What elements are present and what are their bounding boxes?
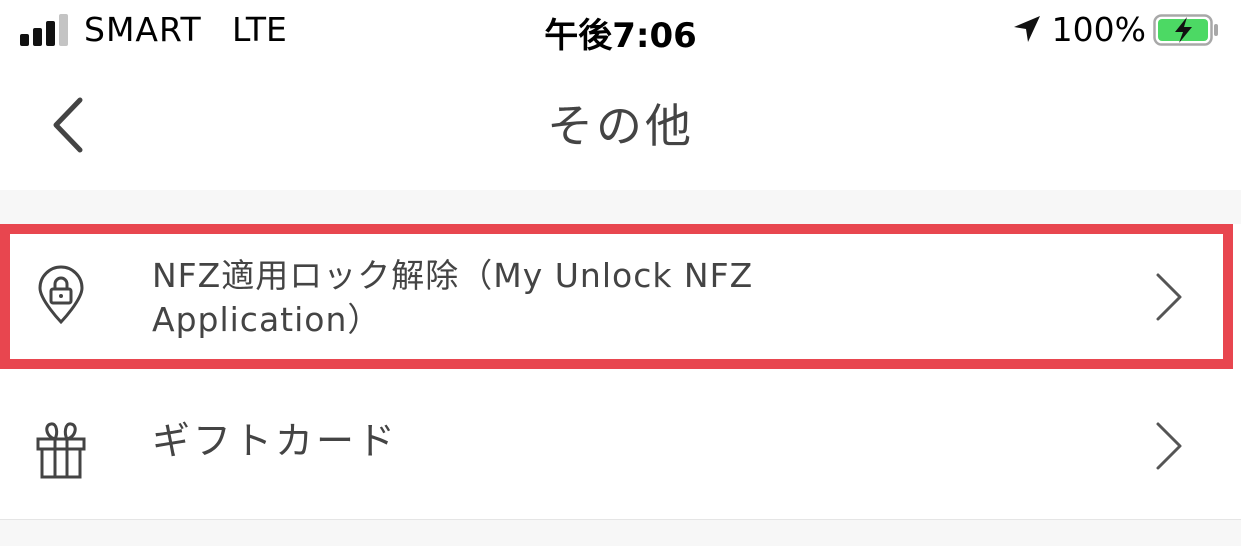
list-item-label: NFZ適用ロック解除（My Unlock NFZ Application） [152,256,754,339]
nav-bar: その他 [0,62,1241,190]
location-arrow-icon [1014,16,1040,42]
list-item-label: ギフトカード [152,419,399,463]
list-footer-background [0,520,1241,546]
list-item-nfz-unlock[interactable]: NFZ適用ロック解除（My Unlock NFZ Application） [0,224,1241,369]
status-bar: SMART LTE 午後7:06 100% [0,0,1241,62]
chevron-right-icon [1156,422,1182,470]
list-item-gift-card[interactable]: ギフトカード [0,369,1241,520]
location-lock-icon [38,265,84,325]
battery-percent: 100% [1051,10,1146,49]
section-divider [0,190,1241,224]
chevron-right-icon [1156,273,1182,321]
gift-icon [36,422,86,479]
battery-charging-icon [1153,14,1218,46]
page-title: その他 [547,99,694,153]
